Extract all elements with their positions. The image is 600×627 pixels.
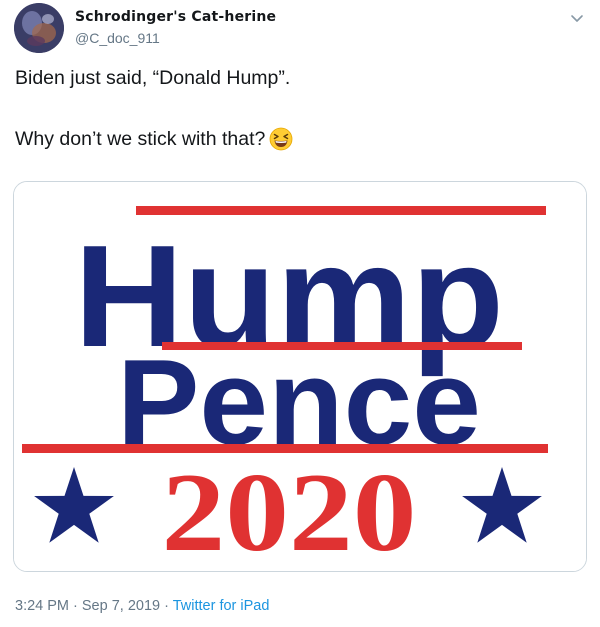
tweet-text-line-2-label: Why don’t we stick with that? [15,128,266,150]
sign-line-3: 2020 [162,451,417,572]
meta-separator: · [69,598,82,614]
tweet-text-line-1: Biden just said, “Donald Hump”. [15,67,291,89]
tweet-source-link[interactable]: Twitter for iPad [173,598,270,614]
user-handle[interactable]: @C_doc_911 [75,30,160,46]
avatar-image [14,3,64,53]
meta-separator: · [160,598,173,614]
tweet-meta: 3:24 PM · Sep 7, 2019 · Twitter for iPad [15,598,269,614]
tweet-image[interactable]: Hump Pence 2020 [13,181,587,572]
chevron-down-icon[interactable] [566,8,588,30]
display-name[interactable]: Schrodinger's Cat-herine [75,9,276,25]
tweet-time[interactable]: 3:24 PM [15,598,69,614]
avatar[interactable] [14,3,64,53]
tweet-text-line-2: Why don’t we stick with that? [15,127,293,157]
tweet-card: Schrodinger's Cat-herine @C_doc_911 Bide… [0,0,600,627]
grinning-squinting-face-icon [269,127,293,157]
tweet-date[interactable]: Sep 7, 2019 [82,598,160,614]
top-red-rule [136,206,546,215]
hump-pence-2020-sign: Hump Pence 2020 [14,182,586,572]
